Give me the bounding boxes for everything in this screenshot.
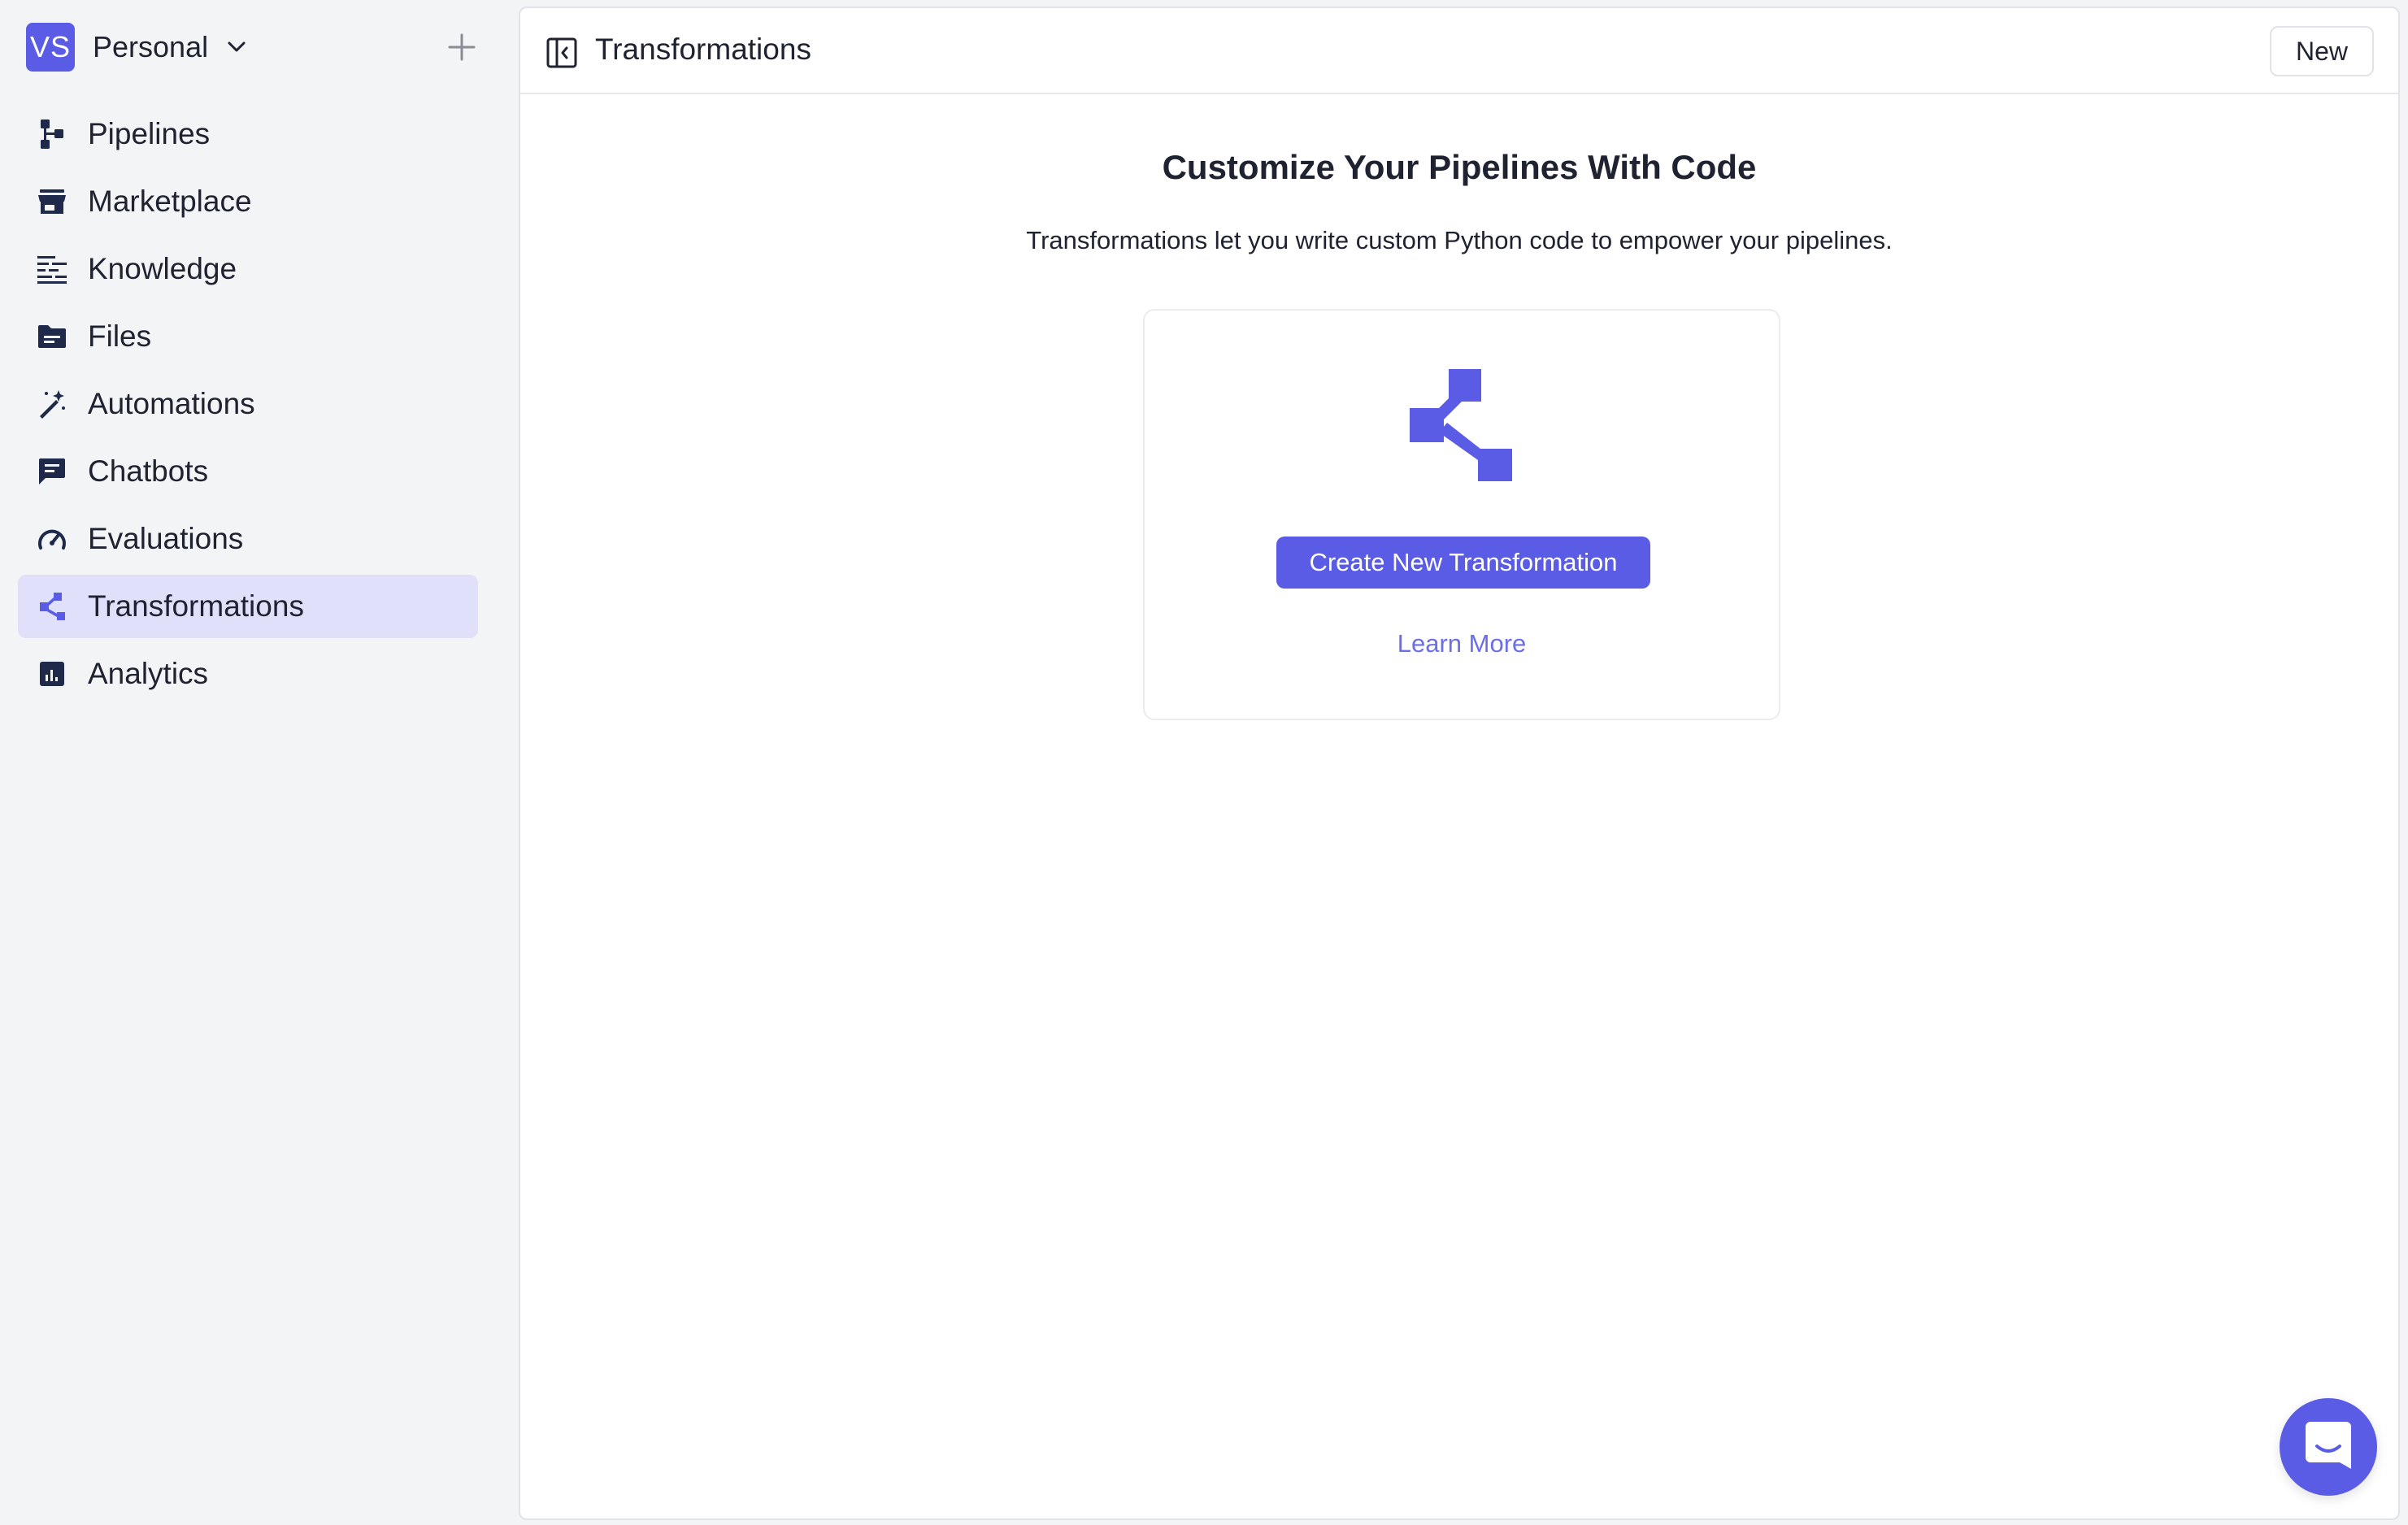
sidebar-item-label: Automations	[88, 387, 255, 420]
sidebar-item-analytics[interactable]: Analytics	[18, 642, 478, 706]
empty-state-subtitle: Transformations let you write custom Pyt…	[1026, 226, 1893, 254]
chat-icon	[36, 455, 68, 488]
folder-icon	[36, 320, 68, 353]
sidebar-item-label: Analytics	[88, 657, 209, 690]
analytics-icon	[36, 658, 68, 690]
sidebar-item-marketplace[interactable]: Marketplace	[18, 170, 478, 233]
sidebar-item-transformations[interactable]: Transformations	[18, 575, 478, 638]
sidebar-toggle-icon[interactable]	[546, 37, 577, 68]
sidebar-item-label: Pipelines	[88, 117, 211, 150]
new-button[interactable]: New	[2269, 26, 2374, 76]
sidebar-item-evaluations[interactable]: Evaluations	[18, 507, 478, 571]
storefront-icon	[36, 185, 68, 218]
chat-bubble-icon	[2304, 1420, 2353, 1475]
knowledge-icon	[36, 253, 68, 285]
top-bar: Transformations New	[520, 8, 2398, 94]
workspace-avatar: VS	[26, 23, 75, 72]
empty-state-title: Customize Your Pipelines With Code	[1162, 148, 1757, 186]
transform-icon	[36, 590, 68, 623]
sidebar-item-automations[interactable]: Automations	[18, 372, 478, 436]
pipelines-icon	[36, 118, 68, 150]
sidebar-item-files[interactable]: Files	[18, 305, 478, 368]
gauge-icon	[36, 523, 68, 555]
chat-launcher-button[interactable]	[2280, 1398, 2377, 1496]
transform-icon	[1410, 369, 1512, 481]
sidebar-item-label: Evaluations	[88, 522, 244, 555]
sidebar-item-pipelines[interactable]: Pipelines	[18, 102, 478, 166]
learn-more-link[interactable]: Learn More	[1145, 629, 1779, 658]
magic-wand-icon	[36, 388, 68, 420]
sidebar-nav: Pipelines Marketplace Knowledge Files Au…	[18, 102, 478, 710]
app-root: VS Personal Pipelines Marketplace Knowle…	[0, 0, 2408, 1525]
sidebar: VS Personal Pipelines Marketplace Knowle…	[0, 0, 517, 1525]
sidebar-item-knowledge[interactable]: Knowledge	[18, 237, 478, 301]
sidebar-item-label: Knowledge	[88, 252, 237, 285]
main-panel: Transformations New Customize Your Pipel…	[519, 7, 2400, 1520]
add-workspace-plus-icon[interactable]	[442, 28, 481, 67]
workspace-switcher[interactable]: VS Personal	[26, 23, 481, 72]
sidebar-item-chatbots[interactable]: Chatbots	[18, 440, 478, 503]
sidebar-item-label: Chatbots	[88, 454, 209, 488]
page-title: Transformations	[595, 33, 811, 66]
chevron-down-icon[interactable]	[226, 37, 247, 58]
sidebar-item-label: Files	[88, 319, 152, 353]
sidebar-item-label: Transformations	[88, 589, 304, 623]
sidebar-item-label: Marketplace	[88, 185, 252, 218]
empty-state-card: Create New Transformation Learn More	[1143, 309, 1780, 720]
create-transformation-button[interactable]: Create New Transformation	[1276, 537, 1650, 589]
workspace-name: Personal	[93, 30, 209, 63]
